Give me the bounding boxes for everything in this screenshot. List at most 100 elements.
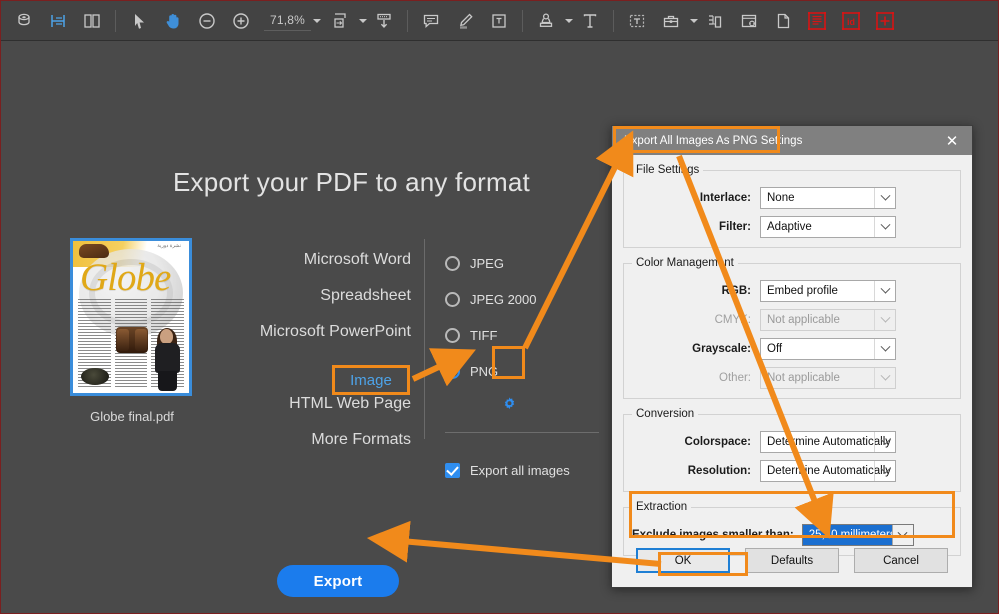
chevron-down-icon[interactable] (874, 432, 895, 452)
zoom-out-icon[interactable] (190, 4, 224, 38)
rgb-value: Embed profile (767, 285, 838, 297)
zoom-in-icon[interactable] (224, 4, 258, 38)
export-all-images-checkbox-row[interactable]: Export all images (445, 463, 570, 478)
radio-option-jpeg2000[interactable]: JPEG 2000 (445, 281, 615, 317)
toolbox-icon[interactable] (654, 4, 688, 38)
chevron-down-icon[interactable] (874, 188, 895, 208)
callout-box-dialog-title (613, 126, 780, 153)
resolution-row: Resolution: Determine Automatically (632, 460, 952, 482)
comment-icon[interactable] (414, 4, 448, 38)
page-title: Export your PDF to any format (173, 167, 530, 197)
two-page-view-icon[interactable] (75, 4, 109, 38)
grayscale-label: Grayscale: (692, 343, 751, 355)
chevron-down-icon[interactable] (874, 461, 895, 481)
filter-value: Adaptive (767, 221, 812, 233)
document-thumbnail[interactable]: نشرة دورية Globe (70, 238, 192, 396)
split-view-icon[interactable] (41, 4, 75, 38)
thumbnail-binoculars-photo (116, 327, 148, 353)
rgb-select[interactable]: Embed profile (760, 280, 896, 302)
interlace-row: Interlace: None (632, 187, 952, 209)
typewriter-icon[interactable] (573, 4, 607, 38)
chevron-down-icon[interactable] (359, 18, 368, 23)
cmyk-row: CMYK: Not applicable (632, 309, 952, 331)
organize-pages-icon[interactable] (698, 4, 732, 38)
chevron-down-icon[interactable] (874, 339, 895, 359)
chevron-down-icon[interactable] (690, 18, 699, 23)
form-icon[interactable] (800, 4, 834, 38)
highlight-icon[interactable] (448, 4, 482, 38)
select-tool-icon[interactable] (122, 4, 156, 38)
radio-option-tiff[interactable]: TIFF (445, 317, 615, 353)
format-list: Microsoft Word Spreadsheet Microsoft Pow… (211, 242, 411, 458)
cmyk-label: CMYK: (714, 314, 751, 326)
thumbnail-filename: Globe final.pdf (90, 409, 174, 424)
thumbnail-turtle-photo (81, 368, 109, 385)
add-icon[interactable] (868, 4, 902, 38)
filter-label: Filter: (719, 221, 751, 233)
chevron-down-icon[interactable] (565, 18, 574, 23)
text-box-icon[interactable] (482, 4, 516, 38)
person-body (155, 343, 180, 373)
group-legend: Conversion (636, 408, 695, 420)
radio-icon[interactable] (445, 255, 460, 271)
other-value: Not applicable (767, 372, 840, 384)
fit-page-icon[interactable] (323, 4, 357, 38)
resolution-select[interactable]: Determine Automatically (760, 460, 896, 482)
cmyk-select-disabled: Not applicable (760, 309, 896, 331)
id-icon[interactable]: id (834, 4, 868, 38)
interlace-select[interactable]: None (760, 187, 896, 209)
filter-select[interactable]: Adaptive (760, 216, 896, 238)
format-item-spreadsheet[interactable]: Spreadsheet (211, 278, 411, 314)
thumbnail-page: نشرة دورية Globe (73, 241, 189, 393)
other-select-disabled: Not applicable (760, 367, 896, 389)
radio-option-png[interactable]: PNG (445, 353, 615, 389)
chevron-down-icon[interactable] (874, 217, 895, 237)
png-settings-button[interactable] (495, 390, 523, 418)
resolution-label: Resolution: (687, 465, 751, 477)
print-icon[interactable] (7, 4, 41, 38)
file-settings-group: File Settings Interlace: None Filter: Ad… (623, 164, 961, 248)
format-item-powerpoint[interactable]: Microsoft PowerPoint (211, 314, 411, 350)
group-legend: Color Management (636, 257, 734, 269)
close-icon[interactable]: ✕ (932, 126, 972, 155)
export-button[interactable]: Export (277, 565, 399, 597)
new-page-icon[interactable] (766, 4, 800, 38)
radio-icon[interactable] (445, 327, 460, 343)
other-label: Other: (719, 372, 751, 384)
toolbar-separator (407, 9, 409, 32)
thumbnail-person-photo (149, 328, 185, 391)
rgb-row: RGB: Embed profile (632, 280, 952, 302)
toolbar-separator (613, 9, 615, 32)
app-window: 71,8% id Export your PDF to any format ن… (0, 0, 999, 614)
defaults-button[interactable]: Defaults (745, 548, 839, 573)
callout-label-image: Image (350, 371, 392, 389)
colorspace-label: Colorspace: (684, 436, 751, 448)
radio-icon[interactable] (445, 291, 460, 307)
page-settings-icon[interactable] (732, 4, 766, 38)
toolbar-separator (115, 9, 116, 32)
image-format-radio-group: JPEG JPEG 2000 TIFF PNG (445, 245, 615, 389)
grayscale-select[interactable]: Off (760, 338, 896, 360)
toolbar-separator (522, 9, 524, 32)
color-management-group: Color Management RGB: Embed profile CMYK… (623, 257, 961, 399)
grayscale-value: Off (767, 343, 783, 355)
format-item-more[interactable]: More Formats (211, 422, 411, 458)
interlace-label: Interlace: (699, 192, 751, 204)
radio-icon-selected[interactable] (445, 363, 460, 379)
hand-tool-icon[interactable] (156, 4, 190, 38)
cancel-button[interactable]: Cancel (854, 548, 948, 573)
chevron-down-icon[interactable] (874, 281, 895, 301)
edit-text-icon[interactable] (620, 4, 654, 38)
chevron-down-icon[interactable] (313, 18, 322, 23)
zoom-level-value[interactable]: 71,8% (264, 11, 312, 31)
format-item-word[interactable]: Microsoft Word (211, 242, 411, 278)
radio-option-jpeg[interactable]: JPEG (445, 245, 615, 281)
rgb-label: RGB: (721, 285, 751, 297)
thumbnail-subtitle: نشرة دورية (157, 243, 181, 249)
checkbox-icon-checked[interactable] (445, 463, 460, 478)
zoom-level-field[interactable]: 71,8% (264, 11, 322, 31)
stamp-icon[interactable] (529, 4, 563, 38)
colorspace-select[interactable]: Determine Automatically (760, 431, 896, 453)
scroll-mode-icon[interactable] (367, 4, 401, 38)
gear-icon (504, 396, 514, 409)
